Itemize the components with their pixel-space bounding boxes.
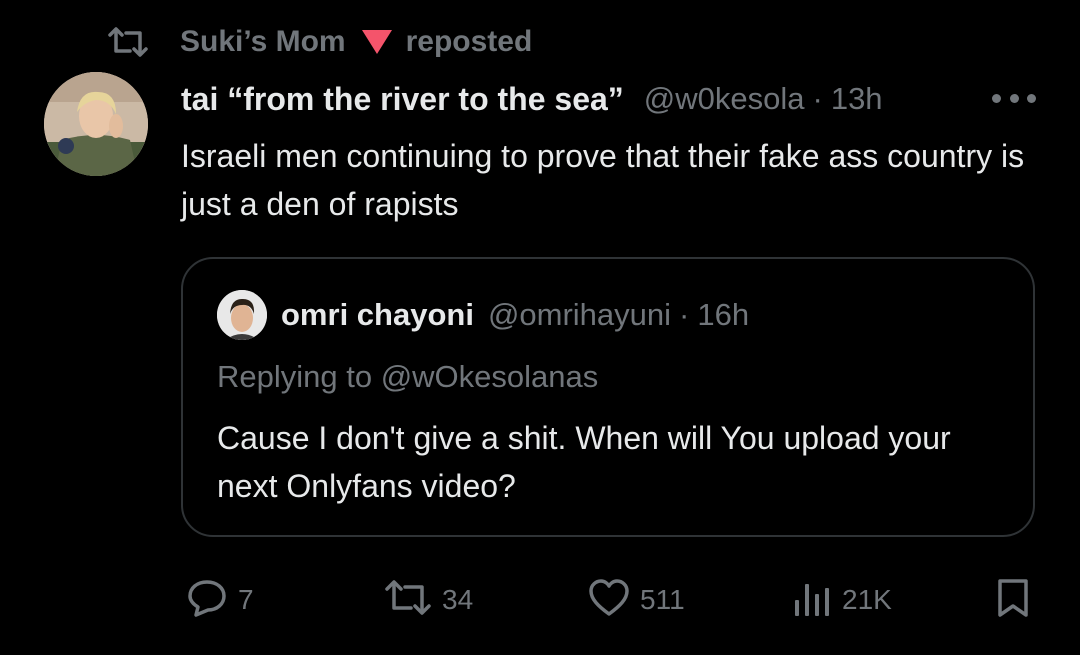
view-count: 21K: [842, 584, 892, 615]
reposted-label: reposted: [405, 25, 533, 58]
author-name[interactable]: tai “from the river to the sea”: [181, 81, 624, 118]
replying-to-label: Replying to @wOkesolanas: [217, 359, 599, 394]
repost-count: 34: [442, 584, 474, 615]
views-icon: [792, 578, 832, 623]
bookmark-icon: [996, 577, 1030, 624]
post-text: Israeli men continuing to prove that the…: [181, 138, 1025, 222]
repost-context: Suki’s Mom reposted: [106, 24, 532, 60]
post-timestamp[interactable]: 13h: [831, 81, 883, 117]
bookmark-button[interactable]: [996, 575, 1030, 625]
like-count: 511: [640, 584, 685, 615]
quoted-post-timestamp[interactable]: 16h: [697, 297, 749, 333]
like-button[interactable]: 511: [588, 575, 685, 625]
quoted-author-handle[interactable]: @omrihayuni: [488, 297, 671, 333]
reposter-name[interactable]: Suki’s Mom: [180, 25, 346, 59]
reply-icon: [186, 577, 228, 624]
repost-button[interactable]: 34: [384, 575, 473, 625]
action-bar: 7 34 511 21K: [0, 575, 1080, 625]
user-avatar[interactable]: [44, 72, 148, 176]
separator-dot: ·: [679, 297, 690, 332]
quoted-author-name[interactable]: omri chayoni: [281, 297, 474, 333]
repost-icon: [384, 578, 432, 623]
quoted-post-header: omri chayoni @omrihayuni · 16h: [217, 290, 749, 340]
heart-icon: [588, 578, 630, 623]
reply-count: 7: [238, 584, 254, 615]
more-icon[interactable]: [992, 86, 1036, 110]
author-handle[interactable]: @w0kesola: [644, 81, 805, 117]
quoted-post[interactable]: omri chayoni @omrihayuni · 16h Replying …: [181, 257, 1035, 537]
quoted-post-text: Cause I don't give a shit. When will You…: [217, 420, 951, 504]
post-header: tai “from the river to the sea” @w0kesol…: [181, 78, 883, 120]
reply-button[interactable]: 7: [186, 575, 254, 625]
quoted-user-avatar[interactable]: [217, 290, 267, 340]
red-triangle-icon: [361, 30, 392, 54]
separator-dot: ·: [812, 81, 823, 116]
views-button[interactable]: 21K: [792, 575, 892, 625]
repost-icon: [106, 24, 150, 60]
